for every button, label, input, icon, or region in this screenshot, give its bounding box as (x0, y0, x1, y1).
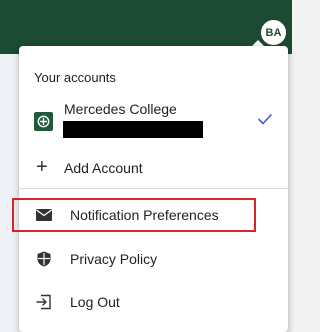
menu-item-privacy-policy[interactable]: Privacy Policy (19, 242, 288, 276)
plus-icon: + (36, 156, 48, 178)
add-account-button[interactable]: + Add Account (19, 152, 288, 182)
redacted-email (63, 121, 203, 138)
envelope-icon (36, 209, 52, 221)
account-dropdown-menu: Your accounts Mercedes College + Add Acc… (12, 46, 288, 332)
account-name: Mercedes College (64, 101, 177, 117)
menu-item-label: Log Out (70, 294, 120, 310)
college-crest-icon (34, 112, 53, 131)
menu-item-notification-preferences[interactable]: Notification Preferences (12, 198, 256, 232)
add-account-label: Add Account (64, 160, 143, 176)
menu-item-label: Privacy Policy (70, 251, 158, 267)
divider (19, 188, 288, 189)
account-item-mercedes-college[interactable]: Mercedes College (19, 96, 288, 144)
logout-icon (36, 294, 51, 310)
menu-item-label: Notification Preferences (70, 207, 219, 223)
menu-item-log-out[interactable]: Log Out (19, 285, 288, 319)
checkmark-icon (258, 114, 272, 125)
section-title-your-accounts: Your accounts (34, 70, 116, 85)
shield-icon (37, 251, 51, 267)
